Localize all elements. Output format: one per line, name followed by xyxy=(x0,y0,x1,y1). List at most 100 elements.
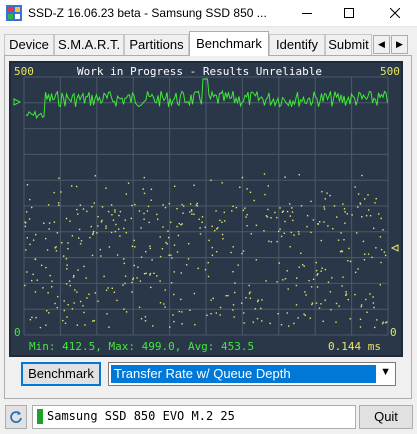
latency-dot xyxy=(40,264,43,266)
latency-dot xyxy=(298,233,300,235)
latency-dot xyxy=(341,250,343,252)
latency-dot xyxy=(327,281,330,283)
latency-dot xyxy=(60,191,62,193)
latency-dot xyxy=(316,274,318,276)
latency-dot xyxy=(372,296,374,298)
latency-dot xyxy=(189,211,191,213)
latency-dot xyxy=(131,291,133,293)
latency-dot xyxy=(54,247,56,249)
graph-canvas xyxy=(13,76,399,336)
latency-dot xyxy=(351,214,353,216)
latency-dot xyxy=(359,326,362,328)
latency-dot xyxy=(280,235,283,238)
latency-dot xyxy=(166,243,168,245)
latency-dot xyxy=(123,262,125,265)
latency-dot xyxy=(79,300,82,303)
latency-dot xyxy=(53,221,56,223)
latency-dot xyxy=(193,213,195,215)
latency-dot xyxy=(101,219,103,222)
latency-dot xyxy=(25,249,27,251)
latency-dot xyxy=(65,217,68,220)
latency-dot xyxy=(383,251,386,253)
latency-dot xyxy=(181,311,183,313)
close-button[interactable] xyxy=(372,0,417,26)
latency-dot xyxy=(123,227,125,230)
latency-dot xyxy=(149,247,151,250)
latency-dot xyxy=(123,308,125,310)
tab-smart[interactable]: S.M.A.R.T. xyxy=(54,34,124,55)
drive-select[interactable]: Samsung SSD 850 EVO M.2 25 xyxy=(32,405,356,429)
latency-dot xyxy=(330,309,332,311)
latency-dot xyxy=(153,272,155,274)
tab-benchmark[interactable]: Benchmark xyxy=(189,31,269,56)
latency-dot xyxy=(162,204,164,206)
latency-dot xyxy=(378,213,380,215)
latency-dot xyxy=(25,222,27,224)
latency-dot xyxy=(270,241,273,243)
latency-dot xyxy=(139,280,142,282)
latency-dot xyxy=(317,223,319,225)
latency-dot xyxy=(193,184,195,186)
latency-dot xyxy=(136,277,138,279)
latency-dot xyxy=(66,264,68,266)
latency-dot xyxy=(77,213,79,215)
latency-dot xyxy=(284,176,286,178)
latency-dot xyxy=(242,250,245,252)
latency-dot xyxy=(93,319,95,322)
benchmark-mode-select[interactable]: Transfer Rate w/ Queue Depth ▼ xyxy=(108,362,396,386)
latency-dot xyxy=(366,311,368,313)
latency-dot xyxy=(125,232,127,234)
latency-dot xyxy=(48,222,51,224)
latency-dot xyxy=(53,191,55,194)
latency-dot xyxy=(380,217,382,220)
latency-dot xyxy=(249,191,252,193)
tab-submit[interactable]: Submit xyxy=(325,34,372,55)
latency-dot xyxy=(78,228,81,231)
latency-dot xyxy=(169,326,171,328)
latency-dot xyxy=(207,262,209,264)
tab-partitions[interactable]: Partitions xyxy=(124,34,189,55)
latency-dot xyxy=(143,218,145,220)
latency-dot xyxy=(298,174,300,176)
latency-dot xyxy=(138,306,141,308)
tab-identify[interactable]: Identify xyxy=(269,34,325,55)
latency-dot xyxy=(375,198,377,200)
latency-dot xyxy=(369,293,371,295)
latency-dot xyxy=(232,246,234,248)
quit-button[interactable]: Quit xyxy=(359,405,413,429)
chevron-down-icon: ▼ xyxy=(380,366,391,378)
latency-dot xyxy=(283,232,285,234)
latency-dot xyxy=(214,229,216,232)
latency-dot xyxy=(112,219,115,221)
latency-dot xyxy=(268,240,270,242)
tab-device[interactable]: Device xyxy=(4,34,54,55)
latency-dot xyxy=(297,317,299,319)
latency-dot xyxy=(99,248,101,251)
latency-dot xyxy=(295,284,298,287)
latency-dot xyxy=(67,248,69,250)
refresh-button[interactable] xyxy=(5,405,27,429)
latency-dot xyxy=(347,260,349,262)
latency-dot xyxy=(335,302,338,305)
tab-scroll-right-button[interactable]: ▶ xyxy=(391,35,408,54)
latency-dot xyxy=(167,230,169,232)
latency-dot xyxy=(199,227,201,229)
latency-dot xyxy=(342,203,344,205)
latency-dot xyxy=(165,241,167,244)
maximize-button[interactable] xyxy=(326,0,372,26)
latency-dot xyxy=(249,291,251,293)
tab-scroll-left-button[interactable]: ◀ xyxy=(373,35,390,54)
benchmark-button[interactable]: Benchmark xyxy=(21,362,101,386)
latency-dot xyxy=(111,214,113,216)
chevron-right-icon: ▶ xyxy=(396,39,403,49)
latency-dot xyxy=(63,309,65,312)
y-min-right-label: 0 xyxy=(390,326,397,339)
latency-dot xyxy=(173,244,176,246)
latency-dot xyxy=(267,208,269,211)
latency-dot xyxy=(380,248,383,251)
latency-dot xyxy=(279,207,281,209)
latency-dot xyxy=(241,302,243,304)
latency-dot xyxy=(306,225,308,228)
latency-dot xyxy=(107,287,109,289)
minimize-button[interactable] xyxy=(284,0,330,26)
